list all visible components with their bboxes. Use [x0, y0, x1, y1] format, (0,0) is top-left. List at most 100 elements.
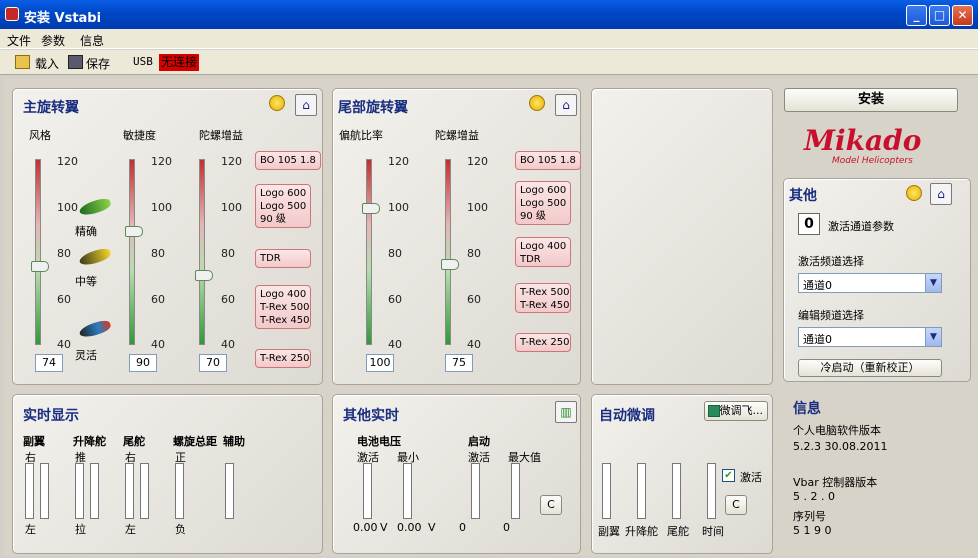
clear-button[interactable]: C — [540, 495, 562, 515]
smiley-icon[interactable] — [529, 95, 545, 111]
main-content: 主旋转翼 ⌂ 风格 敏捷度 陀螺增益 120 100 80 60 40 精确 中… — [4, 78, 978, 556]
helicopter-medium-icon — [77, 246, 113, 268]
edit-channel-select[interactable]: 通道0 ▼ — [798, 327, 942, 347]
style-mode-label: 中等 — [75, 275, 97, 288]
yaw-ratio-slider-thumb[interactable] — [362, 203, 380, 214]
tick-label: 120 — [151, 155, 172, 168]
helicopter-agile-icon — [77, 318, 113, 340]
bottom-label: 拉 — [75, 523, 86, 536]
clear-button[interactable]: C — [725, 495, 747, 515]
tail-preset-callout[interactable]: T-Rex 250 — [515, 333, 571, 352]
other-realtime-title: 其他实时 — [343, 408, 399, 424]
tail-gyro-slider-track[interactable] — [445, 159, 451, 345]
gyro-value[interactable]: 70 — [199, 354, 227, 372]
channel-label: 升降舵 — [73, 435, 106, 448]
house-icon[interactable]: ⌂ — [555, 94, 577, 116]
trim-bar — [707, 463, 716, 519]
trim-bar-label: 时间 — [702, 525, 724, 538]
vbar-version-label: Vbar 控制器版本 — [793, 476, 878, 489]
tick-label: 60 — [221, 293, 235, 306]
tail-gyro-value[interactable]: 75 — [445, 354, 473, 372]
other-realtime-panel: 其他实时 ▥ 电池电压 启动 激活 最小 激活 最大值 0.00 V 0.00 … — [332, 394, 581, 554]
trim-bar-label: 副翼 — [598, 525, 620, 538]
tail-preset-callout[interactable]: Logo 600 Logo 500 90 级 — [515, 181, 571, 225]
gyro-preset-callout[interactable]: TDR — [255, 249, 311, 268]
gyro-preset-callout[interactable]: BO 105 1.8 — [255, 151, 321, 170]
reading-unit: V — [428, 521, 436, 534]
channel-bar — [125, 463, 134, 519]
install-button[interactable]: 安装 — [784, 88, 958, 112]
style-slider-thumb[interactable] — [31, 261, 49, 272]
minimize-button[interactable]: _ — [906, 5, 927, 26]
activate-checkbox[interactable]: ✔ — [722, 469, 735, 482]
battery-label: 电池电压 — [357, 435, 401, 448]
gyro-preset-callout[interactable]: Logo 600 Logo 500 90 级 — [255, 184, 311, 228]
reading: 0.00 — [353, 521, 378, 534]
gyro-slider-track[interactable] — [199, 159, 205, 345]
vbar-version: 5 . 2 . 0 — [793, 490, 835, 503]
usb-label: USB — [133, 55, 153, 68]
menu-file[interactable]: 文件 — [7, 32, 31, 49]
channel-bar — [225, 463, 234, 519]
active-channel-label: 激活频道选择 — [798, 255, 864, 268]
yaw-ratio-value[interactable]: 100 — [366, 354, 394, 372]
battery-active-bar — [363, 463, 372, 519]
trim-bar-label: 尾舵 — [667, 525, 689, 538]
maximize-button[interactable]: □ — [929, 5, 950, 26]
load-button[interactable]: 载入 — [35, 55, 59, 72]
save-button[interactable]: 保存 — [86, 55, 110, 72]
startup-max-bar — [511, 463, 520, 519]
trim-bar — [672, 463, 681, 519]
helicopter-precise-icon — [77, 196, 113, 218]
chart-icon[interactable]: ▥ — [555, 401, 577, 423]
sensitivity-slider-thumb[interactable] — [125, 226, 143, 237]
yaw-ratio-slider-track[interactable] — [366, 159, 372, 345]
gyro-preset-callout[interactable]: Logo 400 T-Rex 500 T-Rex 450 — [255, 285, 311, 329]
smiley-icon[interactable] — [906, 185, 922, 201]
active-channel-count-label: 激活通道参数 — [828, 220, 894, 233]
house-icon[interactable]: ⌂ — [295, 94, 317, 116]
chevron-down-icon[interactable]: ▼ — [925, 328, 941, 346]
sensitivity-value[interactable]: 90 — [129, 354, 157, 372]
tick-label: 40 — [151, 338, 165, 351]
gyro-preset-callout[interactable]: T-Rex 250 — [255, 349, 311, 368]
tick-label: 100 — [151, 201, 172, 214]
bottom-label: 左 — [125, 523, 136, 536]
main-rotor-panel: 主旋转翼 ⌂ 风格 敏捷度 陀螺增益 120 100 80 60 40 精确 中… — [12, 88, 323, 385]
title-bar[interactable]: 安装 Vstabi _ □ ✕ — [0, 0, 978, 29]
menu-info[interactable]: 信息 — [80, 32, 104, 49]
battery-min-bar — [403, 463, 412, 519]
style-value[interactable]: 74 — [35, 354, 63, 372]
startup-label: 启动 — [468, 435, 490, 448]
auto-trim-title: 自动微调 — [599, 408, 655, 424]
tail-gyro-slider-thumb[interactable] — [441, 259, 459, 270]
chevron-down-icon[interactable]: ▼ — [925, 274, 941, 292]
yaw-ratio-label: 偏航比率 — [339, 129, 383, 142]
serial-number: 5 1 9 0 — [793, 524, 832, 537]
style-label: 风格 — [29, 129, 51, 142]
other-title: 其他 — [789, 188, 817, 204]
smiley-icon[interactable] — [269, 95, 285, 111]
style-slider-track[interactable] — [35, 159, 41, 345]
menu-params[interactable]: 参数 — [41, 32, 65, 49]
trim-bar-label: 升降舵 — [625, 525, 658, 538]
connection-status: 无连接 — [159, 54, 200, 71]
tail-rotor-title: 尾部旋转翼 — [338, 100, 408, 116]
tail-gyro-label: 陀螺增益 — [435, 129, 479, 142]
active-channel-select[interactable]: 通道0 ▼ — [798, 273, 942, 293]
pc-version: 5.2.3 30.08.2011 — [793, 440, 888, 453]
startup-active-bar — [471, 463, 480, 519]
reading: 0 — [503, 521, 510, 534]
sensitivity-slider-track[interactable] — [129, 159, 135, 345]
tail-preset-callout[interactable]: BO 105 1.8 — [515, 151, 581, 170]
house-icon[interactable]: ⌂ — [930, 183, 952, 205]
cold-start-button[interactable]: 冷启动（重新校正） — [798, 359, 942, 377]
reading-unit: V — [380, 521, 388, 534]
tail-preset-callout[interactable]: Logo 400 TDR — [515, 237, 571, 267]
gyro-slider-thumb[interactable] — [195, 270, 213, 281]
pc-version-label: 个人电脑软件版本 — [793, 424, 881, 437]
tick-label: 80 — [151, 247, 165, 260]
close-button[interactable]: ✕ — [952, 5, 973, 26]
tail-preset-callout[interactable]: T-Rex 500 T-Rex 450 — [515, 283, 571, 313]
tick-label: 100 — [57, 201, 78, 214]
